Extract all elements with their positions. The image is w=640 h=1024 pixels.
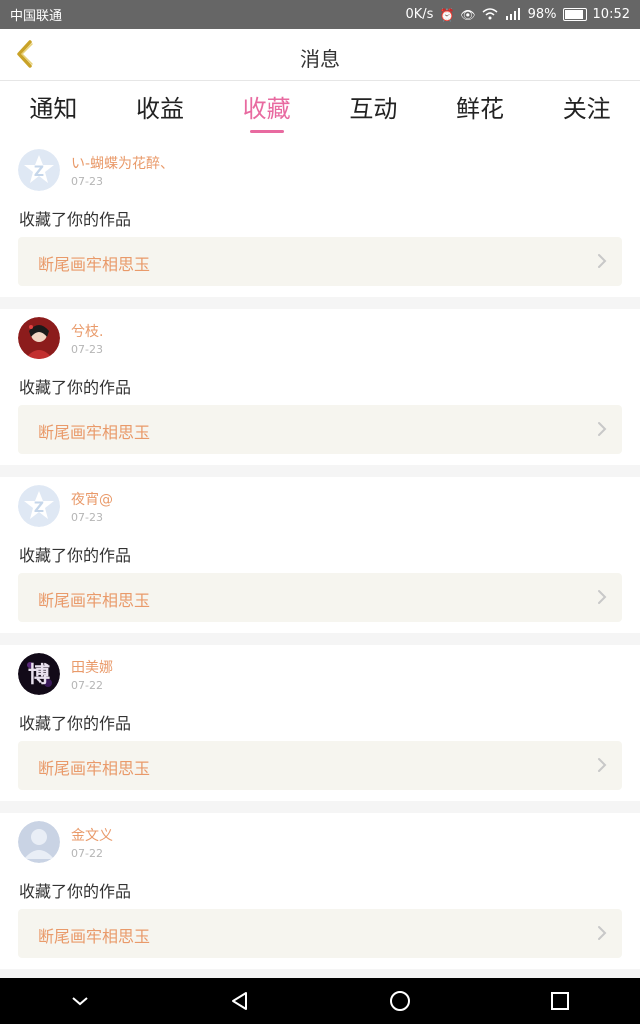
navigation-bar xyxy=(0,978,640,1024)
chevron-right-icon xyxy=(598,758,607,772)
list-item: 兮枝. 07-23 收藏了你的作品 断尾画牢相思玉 xyxy=(0,309,640,465)
work-card[interactable]: 断尾画牢相思玉 xyxy=(18,573,622,622)
svg-text:Z: Z xyxy=(34,164,44,180)
user-name[interactable]: 田美娜 xyxy=(71,657,113,677)
avatar[interactable] xyxy=(18,317,60,359)
chevron-right-icon xyxy=(598,590,607,604)
recents-nav-button[interactable] xyxy=(530,978,590,1024)
user-name[interactable]: 兮枝. xyxy=(71,321,103,341)
triangle-back-icon xyxy=(232,992,247,1010)
svg-text:Z: Z xyxy=(34,500,44,516)
svg-text:博: 博 xyxy=(28,662,50,688)
carrier-label: 中国联通 xyxy=(10,9,63,24)
square-recents-icon xyxy=(551,992,569,1010)
chevron-down-icon xyxy=(72,997,88,1006)
user-name[interactable]: 夜宵@ xyxy=(71,489,113,509)
work-title: 断尾画牢相思玉 xyxy=(38,423,151,442)
work-card[interactable]: 断尾画牢相思玉 xyxy=(18,405,622,454)
tab-earnings[interactable]: 收益 xyxy=(107,81,214,141)
list-item: Z 夜宵@ 07-23 收藏了你的作品 断尾画牢相思玉 xyxy=(0,477,640,633)
battery-icon xyxy=(562,8,587,21)
user-name[interactable]: 金文义 xyxy=(71,825,113,845)
list-item: Z い-蝴蝶为花醉、 07-23 收藏了你的作品 断尾画牢相思玉 xyxy=(0,141,640,297)
wifi-icon xyxy=(482,7,498,22)
avatar[interactable]: Z xyxy=(18,485,60,527)
action-text: 收藏了你的作品 xyxy=(19,882,132,901)
red-portrait-avatar-icon xyxy=(18,317,60,359)
eye-icon: 👁 xyxy=(460,7,476,22)
message-date: 07-22 xyxy=(71,679,103,692)
default-logo-avatar-icon: Z xyxy=(18,485,60,527)
work-title: 断尾画牢相思玉 xyxy=(38,591,151,610)
list-item: 金文义 07-22 收藏了你的作品 断尾画牢相思玉 xyxy=(0,813,640,969)
alarm-icon: ⏰ xyxy=(439,7,455,22)
item-header: Z 夜宵@ 07-23 xyxy=(18,485,622,529)
message-date: 07-22 xyxy=(71,847,103,860)
work-card[interactable]: 断尾画牢相思玉 xyxy=(18,909,622,958)
dark-portrait-avatar-icon: 博 xyxy=(18,653,60,695)
avatar[interactable]: 博 xyxy=(18,653,60,695)
chevron-right-icon xyxy=(598,926,607,940)
action-text: 收藏了你的作品 xyxy=(19,378,132,397)
home-nav-button[interactable] xyxy=(370,978,430,1024)
chevron-right-icon xyxy=(598,422,607,436)
item-header: 金文义 07-22 xyxy=(18,821,622,865)
tab-follow[interactable]: 关注 xyxy=(533,81,640,141)
message-date: 07-23 xyxy=(71,511,103,524)
item-header: 兮枝. 07-23 xyxy=(18,317,622,361)
avatar[interactable]: Z xyxy=(18,149,60,191)
tab-interaction[interactable]: 互动 xyxy=(320,81,427,141)
circle-home-icon xyxy=(390,991,410,1011)
signal-icon xyxy=(504,7,522,22)
tab-flowers[interactable]: 鲜花 xyxy=(427,81,534,141)
page-title: 消息 xyxy=(300,47,340,71)
battery-percent: 98% xyxy=(527,7,557,22)
person-silhouette-avatar-icon xyxy=(18,821,60,863)
hide-nav-button[interactable] xyxy=(50,978,110,1024)
tab-favorites[interactable]: 收藏 xyxy=(213,81,320,141)
action-text: 收藏了你的作品 xyxy=(19,210,132,229)
user-name[interactable]: い-蝴蝶为花醉、 xyxy=(71,153,174,173)
back-nav-button[interactable] xyxy=(210,978,270,1024)
work-card[interactable]: 断尾画牢相思玉 xyxy=(18,237,622,286)
status-icons: 0K/s ⏰ 👁 98% 10:52 xyxy=(405,7,630,22)
work-title: 断尾画牢相思玉 xyxy=(38,927,151,946)
action-text: 收藏了你的作品 xyxy=(19,714,132,733)
work-card[interactable]: 断尾画牢相思玉 xyxy=(18,741,622,790)
tab-bar: 通知 收益 收藏 互动 鲜花 关注 xyxy=(0,81,640,141)
item-header: 博 田美娜 07-22 xyxy=(18,653,622,697)
message-date: 07-23 xyxy=(71,175,103,188)
message-list: Z い-蝴蝶为花醉、 07-23 收藏了你的作品 断尾画牢相思玉 兮枝. 07-… xyxy=(0,141,640,978)
tab-notice[interactable]: 通知 xyxy=(0,81,107,141)
list-item: 博 田美娜 07-22 收藏了你的作品 断尾画牢相思玉 xyxy=(0,645,640,801)
work-title: 断尾画牢相思玉 xyxy=(38,255,151,274)
default-logo-avatar-icon: Z xyxy=(18,149,60,191)
avatar[interactable] xyxy=(18,821,60,863)
item-header: Z い-蝴蝶为花醉、 07-23 xyxy=(18,149,622,193)
message-date: 07-23 xyxy=(71,343,103,356)
clock: 10:52 xyxy=(592,7,630,22)
chevron-right-icon xyxy=(598,254,607,268)
action-text: 收藏了你的作品 xyxy=(19,546,132,565)
work-title: 断尾画牢相思玉 xyxy=(38,759,151,778)
network-speed: 0K/s xyxy=(405,7,434,22)
page-header: 消息 xyxy=(0,29,640,81)
status-bar: 中国联通 0K/s ⏰ 👁 98% 10:52 xyxy=(0,0,640,29)
